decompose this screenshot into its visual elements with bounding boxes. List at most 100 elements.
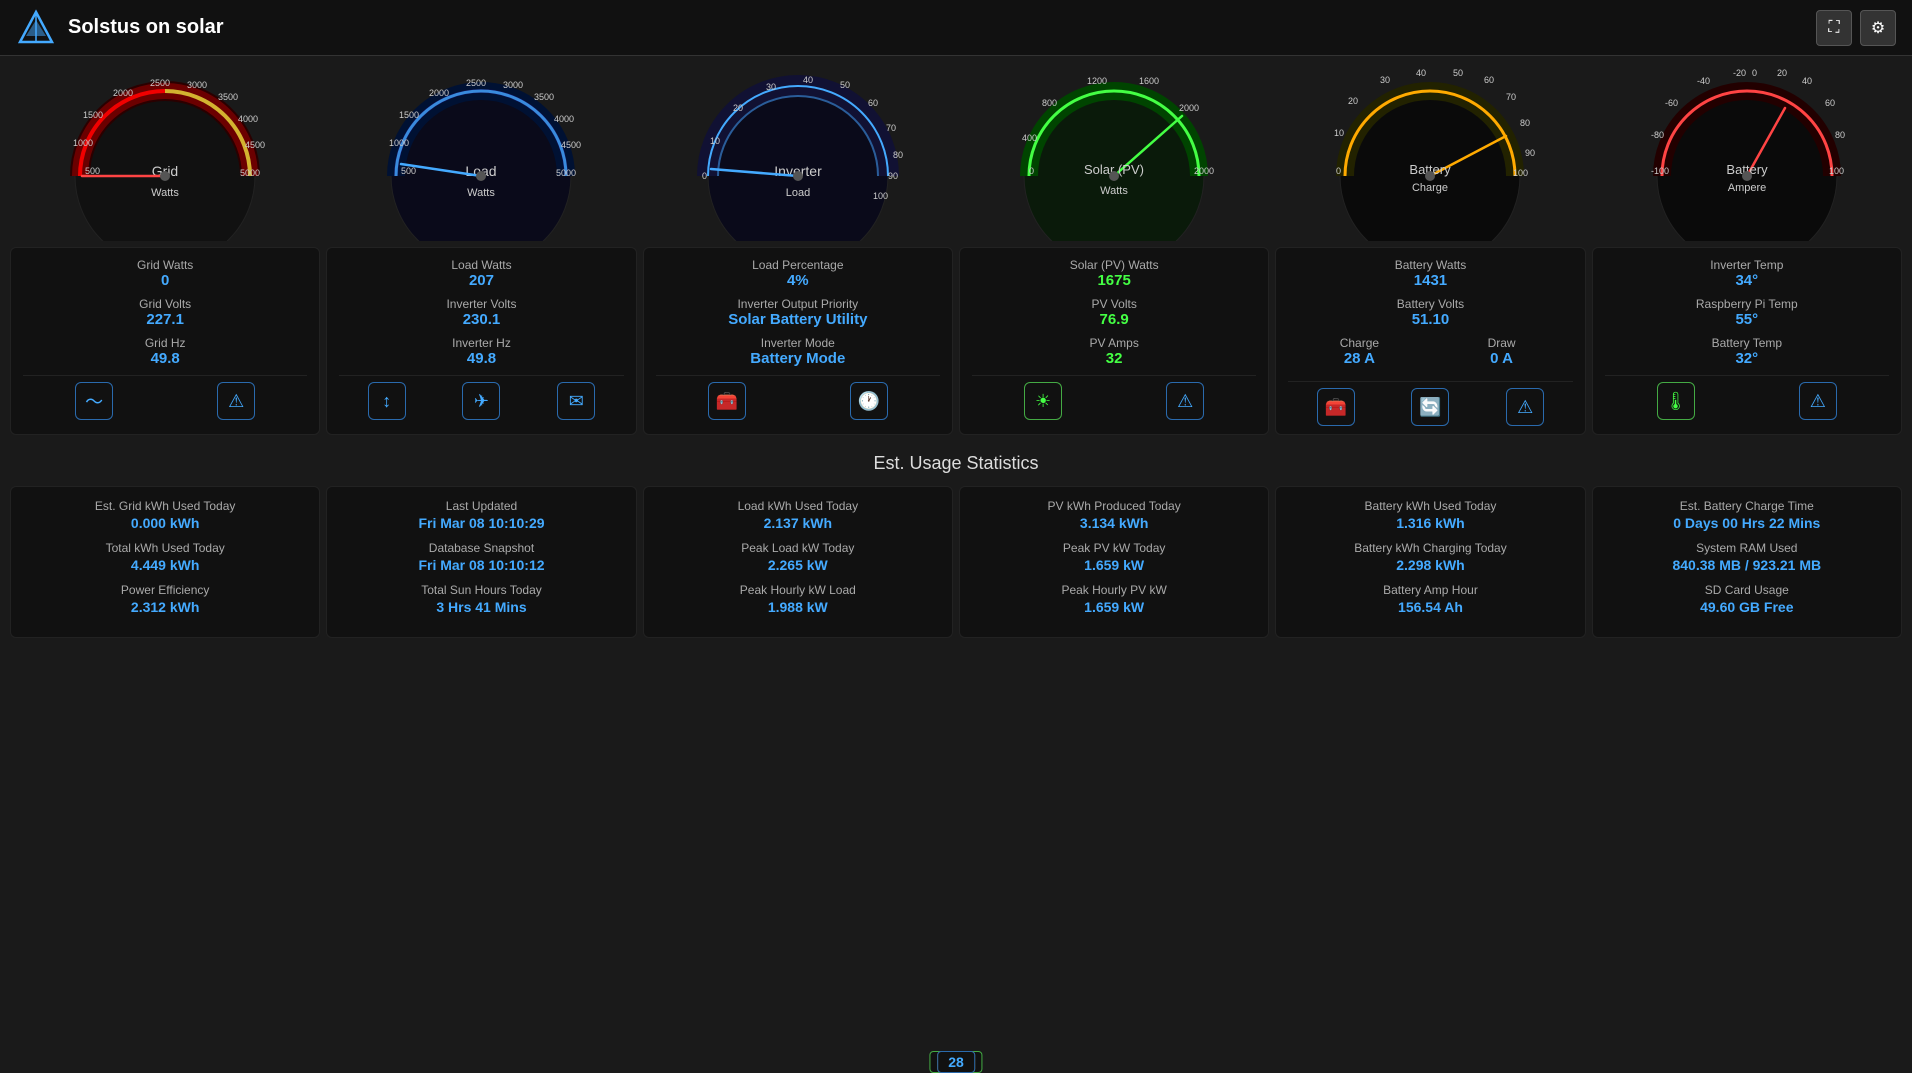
svg-text:60: 60 [1484,75,1494,85]
svg-text:2000: 2000 [1179,103,1199,113]
inverter-volts-field: Inverter Volts 230.1 [339,297,623,328]
svg-text:5000: 5000 [556,168,576,178]
load-send-icon[interactable]: ✈ [462,382,500,420]
grid-volts-field: Grid Volts 227.1 [23,297,307,328]
svg-text:Load: Load [786,187,810,199]
svg-text:4000: 4000 [238,114,258,124]
svg-text:4500: 4500 [245,140,265,150]
grid-alert-icon[interactable]: ⚠ [217,382,255,420]
solar-watts-field: Solar (PV) Watts 1675 [972,258,1256,289]
svg-text:4500: 4500 [561,140,581,150]
svg-text:400: 400 [1022,133,1037,143]
svg-text:50: 50 [840,80,850,90]
gauges-row: 500 1000 1500 2000 2500 3000 3500 4000 4… [0,56,1912,241]
gauge-grid: 500 1000 1500 2000 2500 3000 3500 4000 4… [10,66,320,241]
svg-text:50: 50 [1453,68,1463,78]
gauge-load: 500 1000 1500 2000 2500 3000 3500 4000 4… [326,66,636,241]
svg-text:100: 100 [873,191,888,201]
inverter-mode-field: Inverter Mode Battery Mode [656,336,940,367]
stats-row: Est. Grid kWh Used Today 0.000 kWh Total… [0,480,1912,648]
stat-card-time: Last Updated Fri Mar 08 10:10:29 Databas… [326,486,636,638]
svg-text:60: 60 [868,98,878,108]
header: Solstus on solar ⛶ ⚙ [0,0,1912,56]
fullscreen-button[interactable]: ⛶ [1816,10,1852,46]
grid-watts-field: Grid Watts 0 [23,258,307,289]
svg-text:0: 0 [1752,68,1757,78]
svg-text:3000: 3000 [503,80,523,90]
svg-text:3500: 3500 [534,92,554,102]
svg-text:80: 80 [1520,118,1530,128]
svg-text:80: 80 [893,150,903,160]
info-cards-row: Grid Watts 0 Grid Volts 227.1 Grid Hz 49… [0,241,1912,441]
temp-icons: 🌡 ⚠ [1605,375,1889,420]
header-left: Solstus on solar [16,8,224,48]
svg-text:1200: 1200 [1087,76,1107,86]
svg-text:10: 10 [1334,128,1344,138]
battery-watts-field: Battery Watts 1431 [1288,258,1572,289]
battery-refresh-icon[interactable]: 🔄 [1411,388,1449,426]
svg-text:Charge: Charge [1412,182,1448,194]
svg-text:100: 100 [1513,168,1528,178]
svg-text:5000: 5000 [240,168,260,178]
stat-card-pv: PV kWh Produced Today 3.134 kWh Peak PV … [959,486,1269,638]
inverter-output-priority-field: Inverter Output Priority Solar Battery U… [656,297,940,328]
battery-icons: 🧰 🔄 ⚠ [1288,381,1572,426]
stat-card-grid: Est. Grid kWh Used Today 0.000 kWh Total… [10,486,320,638]
svg-text:60: 60 [1825,98,1835,108]
inverter-clock-icon[interactable]: 🕐 [850,382,888,420]
pi-temp-field: Raspberry Pi Temp 55° [1605,297,1889,328]
svg-text:0: 0 [1336,166,1341,176]
thermometer-icon[interactable]: 🌡 [1657,382,1695,420]
temp-alert-icon[interactable]: ⚠ [1799,382,1837,420]
svg-text:20: 20 [1348,96,1358,106]
battery-alert-icon[interactable]: ⚠ [1506,388,1544,426]
solar-alert-icon[interactable]: ⚠ [1166,382,1204,420]
load-msg-icon[interactable]: ✉ [557,382,595,420]
battery-ampere-value-badge: 28 [937,1051,975,1073]
stat-card-battery-kwh: Battery kWh Used Today 1.316 kWh Battery… [1275,486,1585,638]
battery-temp-field: Battery Temp 32° [1605,336,1889,367]
info-card-temp: Inverter Temp 34° Raspberry Pi Temp 55° … [1592,247,1902,435]
svg-text:20: 20 [1777,68,1787,78]
grid-wave-icon[interactable]: 〜 [75,382,113,420]
gauge-battery-ampere: -100 -80 -60 -40 -20 0 20 40 60 80 100 B… [1592,66,1902,241]
svg-text:Watts: Watts [151,187,179,199]
svg-text:-80: -80 [1651,130,1664,140]
svg-text:-60: -60 [1665,98,1678,108]
svg-text:40: 40 [1802,76,1812,86]
svg-text:40: 40 [803,75,813,85]
inverter-temp-field: Inverter Temp 34° [1605,258,1889,289]
inverter-hz-field: Inverter Hz 49.8 [339,336,623,367]
svg-text:0: 0 [702,171,707,181]
charge-draw-row: Charge 28 A Draw 0 A [1288,336,1572,375]
load-icons: ↕ ✈ ✉ [339,375,623,420]
svg-text:90: 90 [1525,148,1535,158]
load-up-icon[interactable]: ↕ [368,382,406,420]
solar-panel-icon[interactable]: ☀ [1024,382,1062,420]
battery-tool-icon[interactable]: 🧰 [1317,388,1355,426]
info-card-load: Load Watts 207 Inverter Volts 230.1 Inve… [326,247,636,435]
svg-text:2000: 2000 [429,88,449,98]
battery-volts-field: Battery Volts 51.10 [1288,297,1572,328]
svg-text:30: 30 [766,82,776,92]
grid-icons: 〜 ⚠ [23,375,307,420]
app-logo [16,8,56,48]
settings-button[interactable]: ⚙ [1860,10,1896,46]
app-title: Solstus on solar [68,16,224,39]
stat-card-system: Est. Battery Charge Time 0 Days 00 Hrs 2… [1592,486,1902,638]
svg-text:500: 500 [85,166,100,176]
svg-text:0: 0 [1029,166,1034,176]
svg-text:40: 40 [1416,68,1426,78]
svg-text:Watts: Watts [468,187,496,199]
inverter-tool-icon[interactable]: 🧰 [708,382,746,420]
info-card-grid: Grid Watts 0 Grid Volts 227.1 Grid Hz 49… [10,247,320,435]
solar-icons: ☀ ⚠ [972,375,1256,420]
stats-title: Est. Usage Statistics [0,441,1912,480]
load-watts-field: Load Watts 207 [339,258,623,289]
svg-text:800: 800 [1042,98,1057,108]
svg-text:500: 500 [401,166,416,176]
svg-text:2000: 2000 [113,88,133,98]
svg-text:80: 80 [1835,130,1845,140]
svg-text:3500: 3500 [218,92,238,102]
grid-hz-field: Grid Hz 49.8 [23,336,307,367]
